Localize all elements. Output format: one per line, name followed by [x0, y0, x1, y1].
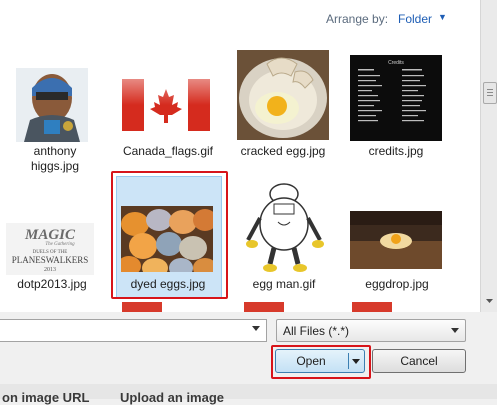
file-name-label: higgs.jpg [30, 159, 80, 173]
partial-file-icon [352, 302, 392, 312]
dotp-brand-text: MAGIC [24, 227, 76, 243]
dotp-year-text: 2013 [44, 267, 56, 273]
cancel-button[interactable]: Cancel [372, 349, 466, 373]
egg-man-thumbnail [242, 182, 326, 272]
underlying-text-left: on image URL [2, 390, 90, 405]
file-name-label: egg man.gif [252, 277, 316, 291]
file-item-anthony-higgs[interactable]: anthony higgs.jpg [10, 60, 110, 178]
open-button-callout [271, 345, 371, 379]
credits-heading-text: Credits [388, 60, 404, 66]
anthony-higgs-thumbnail [16, 68, 88, 142]
partial-file-icon [122, 302, 162, 312]
vertical-scrollbar[interactable] [480, 0, 497, 312]
file-item-credits[interactable]: Credits credits.jpg [345, 50, 455, 178]
file-name-label: anthony [33, 144, 77, 158]
partial-file-icon [244, 302, 284, 312]
scroll-down-icon[interactable] [481, 292, 497, 310]
arrange-by-dropdown[interactable]: Folder [398, 12, 432, 26]
arrange-by-label: Arrange by: [326, 12, 389, 26]
dotp2013-thumbnail: MAGIC The Gathering DUELS OF THE PLANESW… [6, 223, 94, 275]
canada-flag-thumbnail [122, 79, 210, 131]
chevron-down-icon[interactable] [451, 328, 459, 333]
arrange-bar: Arrange by: Folder ▼ [0, 0, 480, 34]
dotp-line2-text: PLANESWALKERS [12, 255, 89, 265]
file-name-input[interactable] [0, 319, 267, 342]
chevron-down-icon[interactable] [252, 326, 260, 331]
file-name-label: Canada_flags.gif [122, 144, 214, 158]
file-type-select[interactable]: All Files (*.*) [276, 319, 466, 342]
underlying-text-right: Upload an image [120, 390, 225, 405]
file-item-dotp2013[interactable]: MAGIC The Gathering DUELS OF THE PLANESW… [4, 215, 104, 295]
scrollbar-thumb[interactable] [483, 82, 497, 104]
file-name-label: cracked egg.jpg [240, 144, 326, 158]
file-item-egg-man[interactable]: egg man.gif [232, 180, 342, 295]
chevron-down-icon[interactable]: ▼ [438, 12, 447, 22]
file-name-label: dotp2013.jpg [17, 277, 87, 291]
eggdrop-thumbnail [350, 211, 442, 269]
selected-file-callout [111, 171, 228, 299]
file-item-canada-flags[interactable]: Canada_flags.gif [113, 60, 223, 178]
cracked-egg-thumbnail [237, 50, 329, 140]
open-file-dialog: Arrange by: Folder ▼ anthony higgs.jpg C… [0, 0, 497, 405]
file-type-value: All Files (*.*) [283, 324, 350, 338]
dotp-sub-text: The Gathering [45, 242, 75, 247]
file-name-label: eggdrop.jpg [365, 277, 429, 291]
file-list-pane[interactable]: Arrange by: Folder ▼ anthony higgs.jpg C… [0, 0, 480, 312]
credits-thumbnail: Credits [350, 55, 442, 141]
file-item-eggdrop[interactable]: eggdrop.jpg [345, 205, 455, 295]
file-name-label: credits.jpg [368, 144, 424, 158]
file-item-cracked-egg[interactable]: cracked egg.jpg [232, 50, 342, 178]
